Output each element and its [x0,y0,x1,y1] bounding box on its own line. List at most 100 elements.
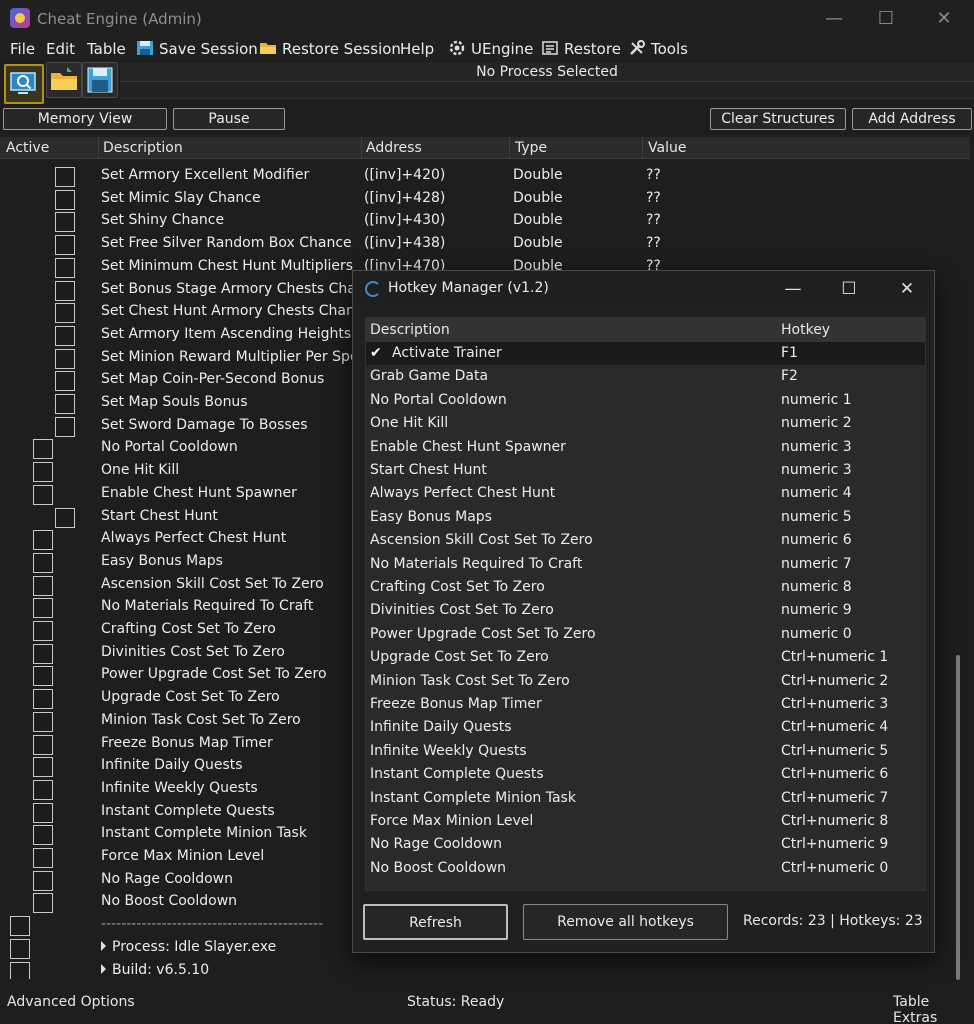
hotkey-row[interactable]: Enable Chest Hunt Spawner numeric 3 [366,436,925,459]
hotkey-row[interactable]: Easy Bonus Maps numeric 5 [366,506,925,529]
active-checkbox[interactable] [33,621,53,641]
table-row[interactable]: Set Mimic Slay Chance ([inv]+428) Double?? [0,188,970,210]
hotkey-row[interactable]: Force Max Minion Level Ctrl+numeric 8 [366,810,925,833]
hotkey-row[interactable]: No Rage Cooldown Ctrl+numeric 9 [366,833,925,856]
table-row[interactable]: Build: v6.5.10 [0,960,970,979]
active-checkbox[interactable] [10,961,30,979]
active-checkbox[interactable] [55,167,75,187]
hotkey-row[interactable]: ✔ Activate Trainer F1 [366,342,925,365]
row-value[interactable]: ?? [646,167,661,183]
clear-structures-button[interactable]: Clear Structures [710,108,846,130]
hotkey-row[interactable]: No Boost Cooldown Ctrl+numeric 0 [366,857,925,880]
table-row[interactable]: Set Shiny Chance ([inv]+430) Double?? [0,210,970,233]
active-checkbox[interactable] [33,643,53,664]
active-checkbox[interactable] [33,552,53,573]
hotkey-row[interactable]: Upgrade Cost Set To Zero Ctrl+numeric 1 [366,646,925,669]
active-checkbox[interactable] [33,598,53,619]
active-checkbox[interactable] [33,825,53,846]
expand-arrow-icon[interactable] [101,963,106,974]
hotkey-row[interactable]: Freeze Bonus Map Timer Ctrl+numeric 3 [366,693,925,716]
hotkey-row[interactable]: Ascension Skill Cost Set To Zero numeric … [366,529,925,552]
open-process-button[interactable] [4,64,44,104]
close-icon[interactable]: ✕ [887,276,927,302]
active-checkbox[interactable] [55,348,75,369]
active-checkbox[interactable] [55,416,75,437]
hotkey-row[interactable]: One Hit Kill numeric 2 [366,412,925,435]
menu-table[interactable]: Table [87,40,126,58]
active-checkbox[interactable] [10,916,30,937]
active-checkbox[interactable] [55,371,75,392]
menu-uengine[interactable]: UEngine [448,40,533,58]
table-row[interactable]: Set Armory Excellent Modifier ([inv]+420)… [0,165,970,187]
active-checkbox[interactable] [10,938,30,959]
active-checkbox[interactable] [33,893,53,914]
active-checkbox[interactable] [55,394,75,414]
active-checkbox[interactable] [33,666,53,687]
refresh-button[interactable]: Refresh [363,904,508,940]
hotkey-row[interactable]: Always Perfect Chest Hunt numeric 4 [366,482,925,505]
active-checkbox[interactable] [55,235,75,256]
active-checkbox[interactable] [55,212,75,233]
active-checkbox[interactable] [55,325,75,346]
hotkey-row[interactable]: Power Upgrade Cost Set To Zero numeric 0 [366,623,925,646]
hotkey-row[interactable]: Start Chest Hunt numeric 3 [366,459,925,482]
menu-tools[interactable]: Tools [628,40,688,58]
column-description[interactable]: Description [370,322,450,338]
active-checkbox[interactable] [33,757,53,778]
active-checkbox[interactable] [55,280,75,301]
active-checkbox[interactable] [33,802,53,823]
column-address[interactable]: Address [366,140,422,156]
column-hotkey[interactable]: Hotkey [781,322,830,338]
minimize-icon[interactable]: — [812,6,856,32]
active-checkbox[interactable] [33,439,53,460]
menu-file[interactable]: File [10,40,35,58]
memory-view-button[interactable]: Memory View [3,108,167,130]
pause-button[interactable]: Pause [173,108,285,130]
active-checkbox[interactable] [55,507,75,528]
advanced-options-button[interactable]: Advanced Options [7,994,135,1010]
scrollbar[interactable] [956,655,960,980]
column-value[interactable]: Value [648,140,686,156]
active-checkbox[interactable] [33,734,53,755]
active-checkbox[interactable] [55,257,75,278]
active-checkbox[interactable] [33,484,53,505]
hotkey-row[interactable]: Minion Task Cost Set To Zero Ctrl+numeric… [366,670,925,693]
table-extras-button[interactable]: Table Extras [893,994,974,1024]
hotkey-row[interactable]: Crafting Cost Set To Zero numeric 8 [366,576,925,599]
maximize-icon[interactable]: ☐ [829,276,869,302]
add-address-button[interactable]: Add Address [852,108,972,130]
hotkey-row[interactable]: Grab Game Data F2 [366,365,925,388]
open-table-button[interactable] [46,62,82,98]
row-value[interactable]: ?? [646,212,661,228]
active-checkbox[interactable] [33,711,53,732]
active-checkbox[interactable] [33,689,53,710]
row-value[interactable]: ?? [646,190,661,206]
menu-save-session[interactable]: Save Session [136,40,258,58]
active-checkbox[interactable] [55,189,75,210]
maximize-icon[interactable]: ☐ [864,6,908,32]
active-checkbox[interactable] [33,779,53,800]
table-row[interactable]: Set Free Silver Random Box Chance ([inv]+… [0,233,970,256]
active-checkbox[interactable] [33,530,53,551]
active-checkbox[interactable] [33,870,53,891]
remove-all-hotkeys-button[interactable]: Remove all hotkeys [523,904,728,940]
column-type[interactable]: Type [515,140,547,156]
hotkey-row[interactable]: No Portal Cooldown numeric 1 [366,389,925,412]
menu-help[interactable]: Help [400,40,434,58]
active-checkbox[interactable] [55,303,75,324]
column-description[interactable]: Description [103,140,183,156]
column-active[interactable]: Active [6,140,49,156]
minimize-icon[interactable]: — [773,276,813,302]
expand-arrow-icon[interactable] [101,940,106,951]
active-checkbox[interactable] [33,848,53,868]
active-checkbox[interactable] [33,575,53,596]
menu-edit[interactable]: Edit [46,40,75,58]
hotkey-row[interactable]: Instant Complete Quests Ctrl+numeric 6 [366,763,925,786]
active-checkbox[interactable] [33,462,53,483]
menu-restore[interactable]: Restore [541,40,621,58]
row-value[interactable]: ?? [646,235,661,251]
hotkey-row[interactable]: Infinite Weekly Quests Ctrl+numeric 5 [366,740,925,763]
menu-restore-session[interactable]: Restore Session [259,40,401,58]
hotkey-row[interactable]: Infinite Daily Quests Ctrl+numeric 4 [366,716,925,739]
close-icon[interactable]: ✕ [922,6,966,32]
